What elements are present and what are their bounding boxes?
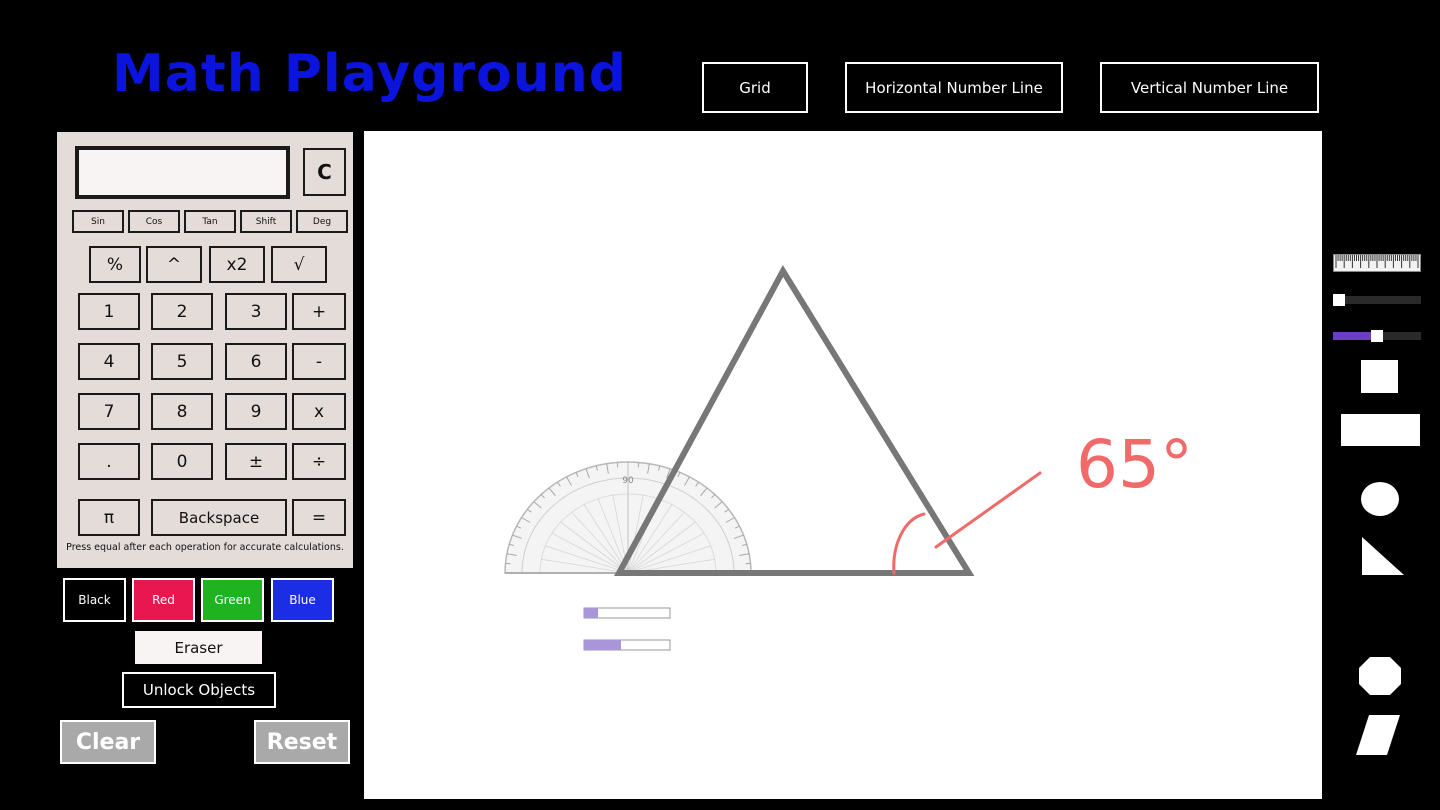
power-key[interactable]: ^ bbox=[146, 246, 202, 283]
canvas-slider-2[interactable] bbox=[583, 639, 671, 651]
tan-button[interactable]: Tan bbox=[184, 210, 236, 233]
grid-button[interactable]: Grid bbox=[702, 62, 808, 113]
percent-key[interactable]: % bbox=[89, 246, 141, 283]
equals-key[interactable]: = bbox=[292, 499, 346, 536]
pi-key[interactable]: π bbox=[78, 499, 140, 536]
parallelogram-icon[interactable] bbox=[1355, 714, 1401, 756]
circle-icon[interactable] bbox=[1361, 482, 1399, 516]
divide-key[interactable]: ÷ bbox=[292, 443, 346, 480]
deg-button[interactable]: Deg bbox=[296, 210, 348, 233]
black-color-button[interactable]: Black bbox=[63, 578, 126, 622]
sin-button[interactable]: Sin bbox=[72, 210, 124, 233]
calculator-clear-button[interactable]: C bbox=[303, 148, 346, 196]
square-icon[interactable] bbox=[1361, 360, 1398, 393]
plus-minus-key[interactable]: ± bbox=[225, 443, 287, 480]
drawing-canvas[interactable]: 90 65° bbox=[364, 131, 1322, 799]
canvas-slider-1[interactable] bbox=[583, 607, 671, 619]
key-2[interactable]: 2 bbox=[151, 293, 213, 330]
backspace-key[interactable]: Backspace bbox=[151, 499, 287, 536]
opacity-slider[interactable] bbox=[1333, 330, 1421, 342]
decimal-key[interactable]: . bbox=[78, 443, 140, 480]
calculator-panel: C Sin Cos Tan Shift Deg % ^ x2 √ 1 2 3 +… bbox=[57, 132, 353, 568]
eraser-button[interactable]: Eraser bbox=[135, 631, 262, 664]
key-4[interactable]: 4 bbox=[78, 343, 140, 380]
square-key[interactable]: x2 bbox=[209, 246, 265, 283]
blue-color-button[interactable]: Blue bbox=[271, 578, 334, 622]
right-triangle-icon[interactable] bbox=[1360, 535, 1406, 577]
calculator-note: Press equal after each operation for acc… bbox=[66, 542, 344, 553]
clear-button[interactable]: Clear bbox=[60, 720, 156, 764]
sqrt-key[interactable]: √ bbox=[271, 246, 327, 283]
green-color-button[interactable]: Green bbox=[201, 578, 264, 622]
reset-button[interactable]: Reset bbox=[254, 720, 350, 764]
calculator-display bbox=[75, 146, 290, 199]
angle-annotation: 65° bbox=[1076, 426, 1193, 503]
red-color-button[interactable]: Red bbox=[132, 578, 195, 622]
key-3[interactable]: 3 bbox=[225, 293, 287, 330]
vertical-number-line-button[interactable]: Vertical Number Line bbox=[1100, 62, 1319, 113]
horizontal-number-line-button[interactable]: Horizontal Number Line bbox=[845, 62, 1063, 113]
plus-key[interactable]: + bbox=[292, 293, 346, 330]
shift-button[interactable]: Shift bbox=[240, 210, 292, 233]
ruler-icon[interactable] bbox=[1333, 254, 1421, 272]
minus-key[interactable]: - bbox=[292, 343, 346, 380]
app-title: Math Playground bbox=[112, 44, 627, 104]
protractor-label: 90 bbox=[622, 476, 634, 486]
key-7[interactable]: 7 bbox=[78, 393, 140, 430]
key-0[interactable]: 0 bbox=[151, 443, 213, 480]
times-key[interactable]: x bbox=[292, 393, 346, 430]
key-9[interactable]: 9 bbox=[225, 393, 287, 430]
cos-button[interactable]: Cos bbox=[128, 210, 180, 233]
key-5[interactable]: 5 bbox=[151, 343, 213, 380]
unlock-objects-button[interactable]: Unlock Objects bbox=[122, 672, 276, 708]
size-slider[interactable] bbox=[1333, 294, 1421, 306]
octagon-icon[interactable] bbox=[1358, 656, 1402, 696]
key-8[interactable]: 8 bbox=[151, 393, 213, 430]
rectangle-icon[interactable] bbox=[1341, 414, 1420, 446]
key-6[interactable]: 6 bbox=[225, 343, 287, 380]
key-1[interactable]: 1 bbox=[78, 293, 140, 330]
